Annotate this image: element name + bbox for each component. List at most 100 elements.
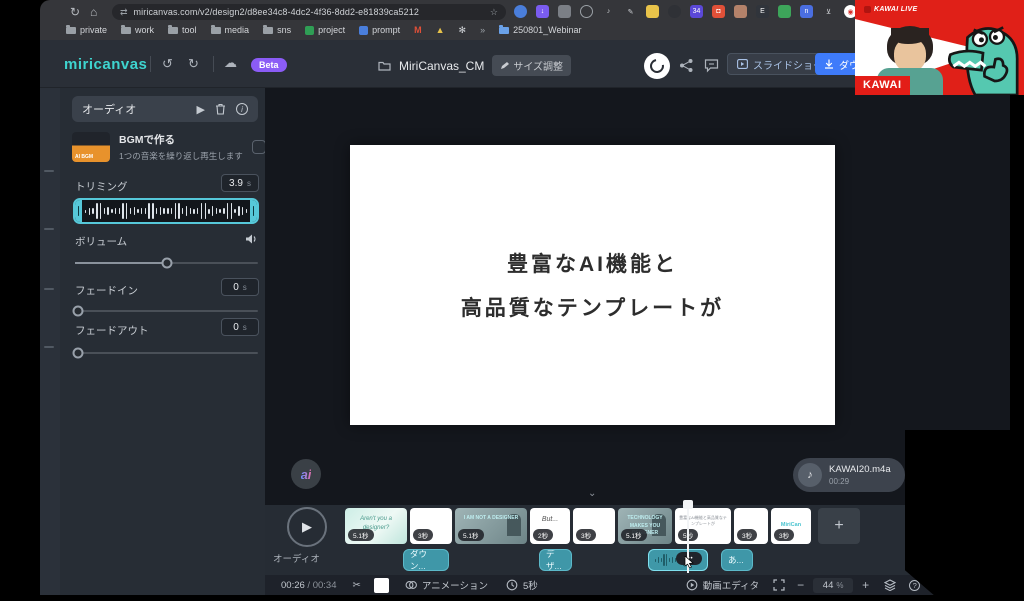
pinwheel-icon[interactable]: ✻ xyxy=(459,25,467,36)
bookmark-folder[interactable]: work xyxy=(121,25,154,35)
bgm-checkbox[interactable] xyxy=(252,140,266,154)
speaker-icon[interactable] xyxy=(245,233,258,245)
fade-out-slider-knob[interactable] xyxy=(73,348,84,359)
bookmark-folder[interactable]: sns xyxy=(263,25,291,35)
timeline-clip[interactable]: Aren't you a designer?5.1秒 xyxy=(345,508,407,544)
bookmark-star-icon[interactable]: ☆ xyxy=(490,7,498,18)
undo-icon[interactable]: ↺ xyxy=(162,56,173,72)
extension-icon[interactable]: ♪ xyxy=(602,5,615,18)
live-badge: KAWAI LIVE xyxy=(864,6,917,13)
screen: ↻ ⌂ ⇄ miricanvas.com/v2/design2/d8ee34c8… xyxy=(0,0,1024,601)
extension-icon[interactable] xyxy=(646,5,659,18)
video-editor-label[interactable]: 動画エディタ xyxy=(703,578,759,592)
timeline-clip[interactable]: TECHNOLOGY MAKES YOU DESIGNER5.1秒 xyxy=(618,508,672,544)
add-clip-button[interactable]: + xyxy=(818,508,860,544)
document-title[interactable]: MiriCanvas_CM xyxy=(399,59,484,73)
audio-chip[interactable]: デザ... xyxy=(539,549,572,571)
feedback-icon[interactable] xyxy=(704,58,719,73)
audio-waveform-trimmer[interactable] xyxy=(73,198,259,224)
fit-screen-icon[interactable] xyxy=(773,579,785,591)
redo-icon[interactable]: ↻ xyxy=(188,56,199,72)
extension-icon[interactable] xyxy=(558,5,571,18)
timeline-clip[interactable]: 3秒 xyxy=(734,508,768,544)
folder-icon xyxy=(263,27,273,34)
resize-button[interactable]: サイズ調整 xyxy=(492,55,571,76)
zoom-out-button[interactable]: − xyxy=(797,578,804,592)
timeline-clip[interactable]: 3秒 xyxy=(573,508,615,544)
bookmarks-overflow-chevron[interactable]: » xyxy=(480,25,485,35)
drive-icon[interactable]: ▲ xyxy=(436,25,445,35)
split-scissors-icon[interactable]: ✂ xyxy=(352,580,360,591)
screen-margin xyxy=(0,0,40,601)
play-icon[interactable]: ▶ xyxy=(197,103,205,116)
audio-clip-card[interactable]: ♪ KAWAI20.m4a 00:29 xyxy=(793,458,905,492)
fade-in-slider-knob[interactable] xyxy=(73,306,84,317)
zoom-in-button[interactable]: + xyxy=(862,578,869,592)
clip-duration-badge: 3秒 xyxy=(774,529,794,541)
timeline-clip[interactable]: I AM NOT A DESIGNER5.1秒 xyxy=(455,508,527,544)
clip-duration-badge: 3秒 xyxy=(413,529,433,541)
extension-icon[interactable] xyxy=(668,5,681,18)
trimming-value-box[interactable]: 3.9s xyxy=(221,174,259,192)
trash-icon[interactable] xyxy=(215,103,226,115)
home-icon[interactable]: ⌂ xyxy=(90,4,97,20)
extension-icon[interactable]: 34 xyxy=(690,5,703,18)
fade-in-slider[interactable] xyxy=(75,310,258,312)
audio-chip[interactable]: ダウン... xyxy=(403,549,449,571)
video-editor-icon[interactable] xyxy=(686,579,698,591)
animation-label[interactable]: アニメーション xyxy=(422,578,488,592)
playhead-handle[interactable] xyxy=(683,500,693,509)
bookmark-folder[interactable]: tool xyxy=(168,25,197,35)
trim-handle-right[interactable] xyxy=(250,200,257,222)
extension-icon[interactable] xyxy=(580,5,593,18)
miricanvas-logo[interactable]: miricanvas xyxy=(64,56,147,73)
info-icon[interactable]: i xyxy=(236,103,248,115)
bookmark-item[interactable]: project xyxy=(305,25,345,35)
timeline-clip[interactable]: MiriCan3秒 xyxy=(771,508,811,544)
audio-chip[interactable]: あ... xyxy=(721,549,753,571)
audio-panel-header: オーディオ ▶ i xyxy=(72,96,258,122)
fade-out-slider[interactable] xyxy=(75,352,258,354)
extension-icon[interactable]: n xyxy=(800,5,813,18)
timeline-clip[interactable]: 豊富なAI機能と高品質なテンプレートが5秒 xyxy=(675,508,731,544)
slide-page[interactable]: 豊富なAI機能と 高品質なテンプレートが xyxy=(350,145,835,425)
url-text[interactable]: miricanvas.com/v2/design2/d8ee34c8-4dc2-… xyxy=(134,7,484,17)
animation-icon[interactable] xyxy=(405,579,417,591)
gmail-icon[interactable]: M xyxy=(414,25,422,35)
timeline-collapse-chevron[interactable]: ⌄ xyxy=(588,488,596,499)
share-icon[interactable] xyxy=(679,58,694,73)
fade-in-value-box[interactable]: 0s xyxy=(221,278,259,296)
slide-text-line[interactable]: 高品質なテンプレートが xyxy=(461,292,724,322)
trim-handle-left[interactable] xyxy=(75,200,82,222)
timeline-clip[interactable]: But...2秒 xyxy=(530,508,570,544)
panel-title: オーディオ xyxy=(82,101,187,117)
clip-duration-label[interactable]: 5秒 xyxy=(523,578,538,592)
background-color-swatch[interactable] xyxy=(374,578,389,593)
clock-icon[interactable] xyxy=(506,579,518,591)
extension-icon[interactable]: ✎ xyxy=(624,5,637,18)
cloud-save-icon[interactable]: ☁ xyxy=(224,55,237,71)
timeline-play-button[interactable]: ▶ xyxy=(287,507,327,547)
bookmark-folder[interactable]: 250801_Webinar xyxy=(499,25,581,35)
bookmark-folder[interactable]: private xyxy=(66,25,107,35)
fade-out-value-box[interactable]: 0s xyxy=(221,318,259,336)
reload-icon[interactable]: ↻ xyxy=(70,4,80,20)
extension-icon[interactable]: E xyxy=(756,5,769,18)
extension-icon[interactable]: ◘ xyxy=(712,5,725,18)
extension-icon[interactable] xyxy=(734,5,747,18)
extension-icon[interactable]: ↓ xyxy=(536,5,549,18)
zoom-level-box[interactable]: 44% xyxy=(813,578,853,593)
timeline-clip[interactable]: 3秒 xyxy=(410,508,452,544)
extension-icon[interactable] xyxy=(514,5,527,18)
bookmark-folder[interactable]: media xyxy=(211,25,250,35)
volume-slider[interactable] xyxy=(75,262,258,264)
bgm-card[interactable]: AI BGM BGMで作る 1つの音楽を繰り返し再生します xyxy=(72,128,258,166)
layers-icon[interactable] xyxy=(884,579,896,591)
volume-slider-knob[interactable] xyxy=(161,258,172,269)
slide-text-line[interactable]: 豊富なAI機能と xyxy=(507,248,678,278)
extension-icon[interactable]: ⊻ xyxy=(822,5,835,18)
account-avatar[interactable] xyxy=(644,53,670,79)
extension-icon[interactable] xyxy=(778,5,791,18)
address-bar[interactable]: ⇄ miricanvas.com/v2/design2/d8ee34c8-4dc… xyxy=(112,4,506,20)
bookmark-item[interactable]: prompt xyxy=(359,25,400,35)
